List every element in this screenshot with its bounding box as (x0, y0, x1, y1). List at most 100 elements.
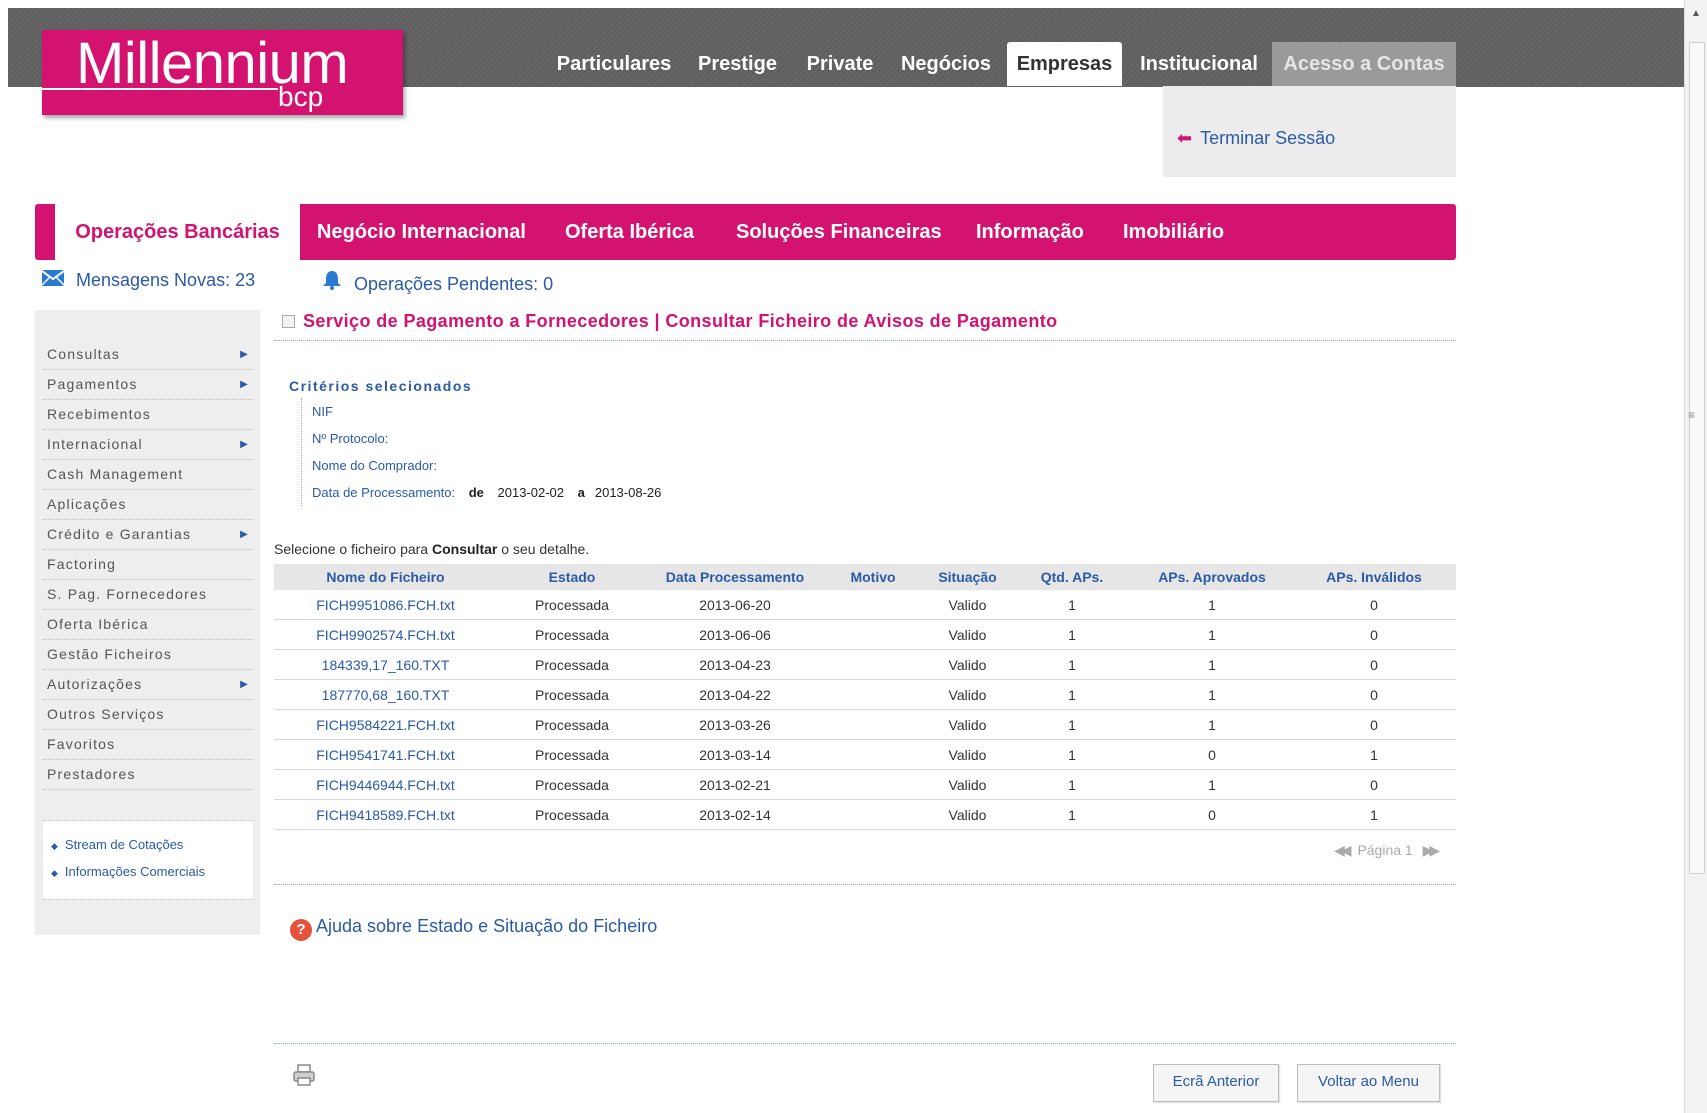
file-name-link[interactable]: 187770,68_160.TXT (274, 679, 497, 710)
sidebar-item-autorizacoes[interactable]: Autorizações ▶ (43, 670, 253, 700)
file-name-link[interactable]: FICH9418589.FCH.txt (274, 799, 497, 830)
criteria-label: NIF (312, 404, 333, 419)
vertical-scrollbar[interactable]: ▲ ≡ (1684, 0, 1707, 1113)
account-panel: ⬅ Terminar Sessão (1163, 86, 1456, 177)
file-name-link[interactable]: FICH9902574.FCH.txt (274, 619, 497, 650)
tab-oferta-iberica[interactable]: Oferta Ibérica (565, 204, 694, 260)
millennium-logo[interactable]: Millennium bcp (42, 30, 403, 115)
cell-aprovados: 1 (1132, 590, 1292, 620)
sidebar-item-prestadores[interactable]: Prestadores (43, 760, 253, 790)
topnav-particulares[interactable]: Particulares (545, 42, 683, 86)
table-row[interactable]: FICH9951086.FCH.txt Processada 2013-06-2… (274, 590, 1456, 620)
cell-invalidos: 1 (1292, 799, 1456, 830)
col-aps-aprovados[interactable]: APs. Aprovados (1132, 564, 1292, 590)
tab-operacoes-bancarias[interactable]: Operações Bancárias (55, 198, 300, 260)
criteria-label: Data de Processamento: (312, 485, 456, 500)
sidebar-item-aplicacoes[interactable]: Aplicações (43, 490, 253, 520)
criteria-buyer: Nome do Comprador: (312, 452, 661, 479)
help-link[interactable]: ? Ajuda sobre Estado e Situação do Fichei… (290, 916, 657, 941)
page-title: Serviço de Pagamento a Fornecedores | Co… (282, 311, 1058, 332)
sidebar-item-oferta-iberica[interactable]: Oferta Ibérica (43, 610, 253, 640)
page-title-text: Serviço de Pagamento a Fornecedores | Co… (303, 311, 1058, 331)
cell-motivo (823, 649, 923, 680)
col-situacao[interactable]: Situação (923, 564, 1012, 590)
topnav-empresas[interactable]: Empresas (1007, 42, 1122, 86)
sidebar-item-pagamentos[interactable]: Pagamentos ▶ (43, 370, 253, 400)
cell-data: 2013-03-26 (647, 709, 823, 740)
logo-sub: bcp (278, 81, 324, 112)
table-row[interactable]: FICH9446944.FCH.txt Processada 2013-02-2… (274, 769, 1456, 800)
col-nome-ficheiro[interactable]: Nome do Ficheiro (274, 564, 497, 590)
sidebar-item-label: Outros Serviços (47, 706, 165, 722)
pending-status[interactable]: Operações Pendentes: 0 (322, 270, 553, 295)
file-name-link[interactable]: FICH9584221.FCH.txt (274, 709, 497, 740)
table-row[interactable]: FICH9418589.FCH.txt Processada 2013-02-1… (274, 799, 1456, 830)
sidebar-item-internacional[interactable]: Internacional ▶ (43, 430, 253, 460)
col-aps-invalidos[interactable]: APs. Inválidos (1292, 564, 1456, 590)
tab-negocio-internacional[interactable]: Negócio Internacional (317, 204, 526, 260)
criteria-date: Data de Processamento: de 2013-02-02 a 20… (312, 479, 661, 506)
cell-situacao: Valido (923, 799, 1012, 830)
cell-invalidos: 0 (1292, 679, 1456, 710)
sidebar-item-favoritos[interactable]: Favoritos (43, 730, 253, 760)
sidebar-item-s-pag-fornecedores[interactable]: S. Pag. Fornecedores (43, 580, 253, 610)
scroll-up-icon[interactable]: ▲ (1691, 8, 1701, 19)
sidebar-item-label: Cash Management (47, 466, 184, 482)
col-qtd-aps[interactable]: Qtd. APs. (1012, 564, 1132, 590)
previous-screen-button[interactable]: Ecrã Anterior (1153, 1064, 1279, 1102)
file-name-link[interactable]: FICH9446944.FCH.txt (274, 769, 497, 800)
sidebar-item-factoring[interactable]: Factoring (43, 550, 253, 580)
table-row[interactable]: FICH9584221.FCH.txt Processada 2013-03-2… (274, 709, 1456, 740)
criteria-protocol: Nº Protocolo: (312, 425, 661, 452)
tab-imobiliario[interactable]: Imobiliário (1123, 204, 1224, 260)
sidebar-item-gestao-ficheiros[interactable]: Gestão Ficheiros (43, 640, 253, 670)
cell-situacao: Valido (923, 649, 1012, 680)
table-row[interactable]: FICH9541741.FCH.txt Processada 2013-03-1… (274, 739, 1456, 770)
file-name-link[interactable]: FICH9541741.FCH.txt (274, 739, 497, 770)
cell-motivo (823, 769, 923, 800)
sidebar-item-outros-servicos[interactable]: Outros Serviços (43, 700, 253, 730)
tab-solucoes-financeiras[interactable]: Soluções Financeiras (736, 204, 942, 260)
messages-status[interactable]: Mensagens Novas: 23 (41, 270, 255, 291)
pagination: ◀◀ Página 1 ▶▶ (1334, 842, 1440, 859)
sidebar-item-cash-management[interactable]: Cash Management (43, 460, 253, 490)
file-name-link[interactable]: FICH9951086.FCH.txt (274, 590, 497, 620)
file-name-link[interactable]: 184339,17_160.TXT (274, 649, 497, 680)
criteria-label: Nº Protocolo: (312, 431, 389, 446)
back-to-menu-button[interactable]: Voltar ao Menu (1297, 1064, 1440, 1102)
col-data-processamento[interactable]: Data Processamento (647, 564, 823, 590)
scroll-grip-icon: ≡ (1688, 408, 1696, 422)
table-row[interactable]: FICH9902574.FCH.txt Processada 2013-06-0… (274, 619, 1456, 650)
criteria-nif: NIF (312, 398, 661, 425)
triangle-right-icon: ▶ (240, 349, 249, 360)
cell-data: 2013-02-14 (647, 799, 823, 830)
tab-informacao[interactable]: Informação (976, 204, 1084, 260)
prev-page-icon[interactable]: ◀◀ (1334, 842, 1351, 858)
diamond-icon: ◆ (51, 841, 58, 851)
criteria-title: Critérios selecionados (289, 378, 473, 394)
sidebar-item-consultas[interactable]: Consultas ▶ (43, 340, 253, 370)
table-row[interactable]: 187770,68_160.TXT Processada 2013-04-22 … (274, 679, 1456, 710)
date-to-word: a (577, 485, 585, 500)
topnav-negocios[interactable]: Negócios (895, 42, 997, 86)
sidebar-item-credito-garantias[interactable]: Crédito e Garantias ▶ (43, 520, 253, 550)
col-motivo[interactable]: Motivo (823, 564, 923, 590)
printer-icon[interactable] (292, 1063, 316, 1087)
col-estado[interactable]: Estado (497, 564, 647, 590)
cell-estado: Processada (497, 769, 647, 800)
link-informacoes-comerciais[interactable]: ◆ Informações Comerciais (51, 858, 253, 885)
topnav-private[interactable]: Private (796, 42, 884, 86)
cell-estado: Processada (497, 679, 647, 710)
scrollbar-thumb[interactable] (1689, 42, 1705, 874)
logout-link[interactable]: ⬅ Terminar Sessão (1177, 128, 1335, 149)
sidebar-item-recebimentos[interactable]: Recebimentos (43, 400, 253, 430)
topnav-institucional[interactable]: Institucional (1130, 42, 1268, 86)
next-page-icon[interactable]: ▶▶ (1423, 842, 1440, 858)
link-stream-cotacoes[interactable]: ◆ Stream de Cotações (51, 831, 253, 858)
topnav-prestige[interactable]: Prestige (690, 42, 785, 86)
table-row[interactable]: 184339,17_160.TXT Processada 2013-04-23 … (274, 649, 1456, 680)
instruction-before: Selecione o ficheiro para (274, 541, 432, 557)
topnav-acesso-contas[interactable]: Acesso a Contas (1272, 42, 1456, 86)
instruction-text: Selecione o ficheiro para Consultar o se… (274, 541, 589, 557)
cell-aprovados: 1 (1132, 649, 1292, 680)
